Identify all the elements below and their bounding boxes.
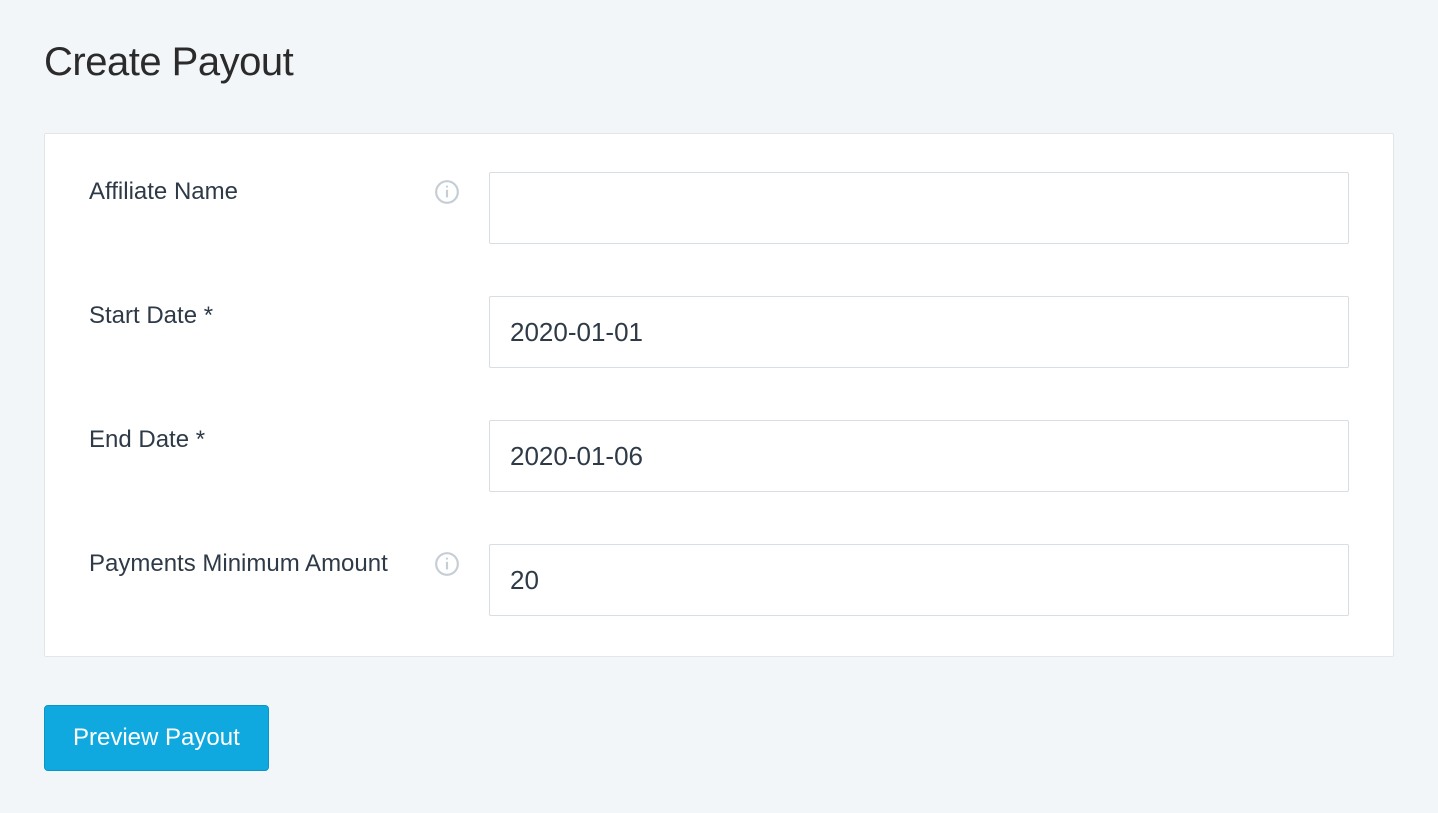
min-amount-label-wrap: Payments Minimum Amount	[89, 544, 489, 578]
end-date-input[interactable]	[489, 420, 1349, 492]
affiliate-name-input[interactable]	[489, 172, 1349, 244]
payout-form-card: Affiliate Name Start Date * End Date *	[44, 133, 1394, 657]
min-amount-label: Payments Minimum Amount	[89, 550, 388, 578]
affiliate-name-label: Affiliate Name	[89, 178, 238, 206]
start-date-field-wrap	[489, 296, 1349, 368]
end-date-field-wrap	[489, 420, 1349, 492]
min-amount-input[interactable]	[489, 544, 1349, 616]
affiliate-name-label-wrap: Affiliate Name	[89, 172, 489, 206]
row-min-amount: Payments Minimum Amount	[89, 544, 1349, 616]
preview-payout-button[interactable]: Preview Payout	[44, 705, 269, 771]
start-date-label-wrap: Start Date *	[89, 296, 489, 330]
row-start-date: Start Date *	[89, 296, 1349, 368]
min-amount-field-wrap	[489, 544, 1349, 616]
info-icon[interactable]	[433, 178, 461, 206]
row-affiliate-name: Affiliate Name	[89, 172, 1349, 244]
row-end-date: End Date *	[89, 420, 1349, 492]
start-date-input[interactable]	[489, 296, 1349, 368]
page-title: Create Payout	[44, 40, 1394, 85]
end-date-label-wrap: End Date *	[89, 420, 489, 454]
end-date-label: End Date *	[89, 426, 205, 454]
info-icon[interactable]	[433, 550, 461, 578]
start-date-label: Start Date *	[89, 302, 213, 330]
affiliate-name-field-wrap	[489, 172, 1349, 244]
